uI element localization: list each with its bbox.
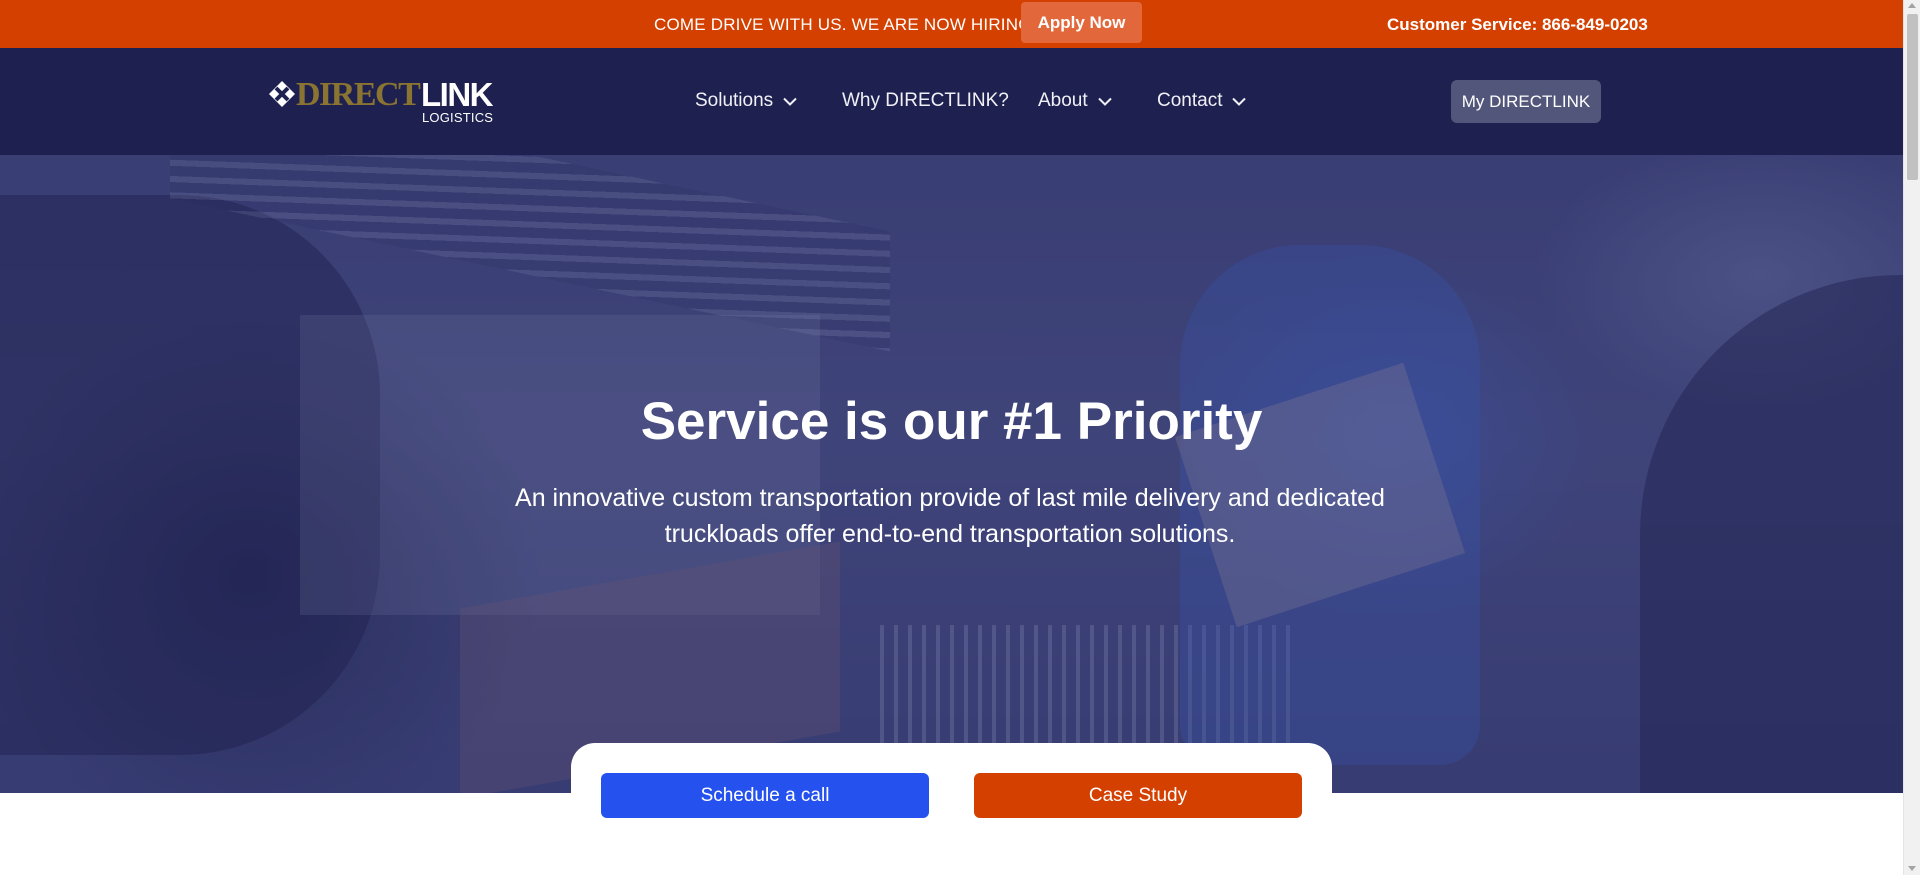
nav-why-directlink[interactable]: Why DIRECTLINK? xyxy=(842,90,1009,112)
chevron-down-icon xyxy=(1097,97,1112,106)
page-scrollbar[interactable] xyxy=(1903,0,1920,875)
chevron-down-icon xyxy=(1232,97,1247,106)
directlink-mark-icon xyxy=(269,81,295,107)
scroll-up-arrow-icon[interactable] xyxy=(1908,3,1916,8)
scrollbar-thumb[interactable] xyxy=(1907,14,1918,180)
nav-contact-label: Contact xyxy=(1157,90,1223,111)
hero-subtitle: An innovative custom transportation prov… xyxy=(515,484,1385,548)
chevron-down-icon xyxy=(783,97,797,106)
logo-direct-text: DIRECT xyxy=(296,76,421,113)
logo[interactable]: DIRECT LINK LOGISTICS xyxy=(268,76,494,126)
nav-about[interactable]: About xyxy=(1038,90,1112,112)
apply-now-button[interactable]: Apply Now xyxy=(1021,2,1142,43)
nav-about-label: About xyxy=(1038,90,1088,111)
hero-section: Service is our #1 Priority An innovative… xyxy=(0,155,1903,793)
main-navbar: DIRECT LINK LOGISTICS Solutions Why DIRE… xyxy=(0,48,1903,155)
logo-logistics-text: LOGISTICS xyxy=(422,110,494,125)
announcement-bar: COME DRIVE WITH US. WE ARE NOW HIRING! A… xyxy=(0,0,1903,48)
nav-solutions[interactable]: Solutions xyxy=(695,90,797,112)
nav-contact[interactable]: Contact xyxy=(1157,90,1247,112)
case-study-button[interactable]: Case Study xyxy=(974,773,1302,818)
scroll-down-arrow-icon[interactable] xyxy=(1908,866,1916,871)
customer-service-phone[interactable]: Customer Service: 866-849-0203 xyxy=(1387,15,1648,35)
my-directlink-button[interactable]: My DIRECTLINK xyxy=(1451,80,1601,123)
hero-title: Service is our #1 Priority xyxy=(640,392,1263,451)
nav-solutions-label: Solutions xyxy=(695,90,774,111)
hero-overlay xyxy=(0,155,1903,793)
schedule-call-button[interactable]: Schedule a call xyxy=(601,773,929,818)
nav-why-label: Why DIRECTLINK? xyxy=(842,90,1009,111)
logo-link-text: LINK xyxy=(421,76,494,113)
hiring-announcement: COME DRIVE WITH US. WE ARE NOW HIRING! xyxy=(654,15,1037,34)
